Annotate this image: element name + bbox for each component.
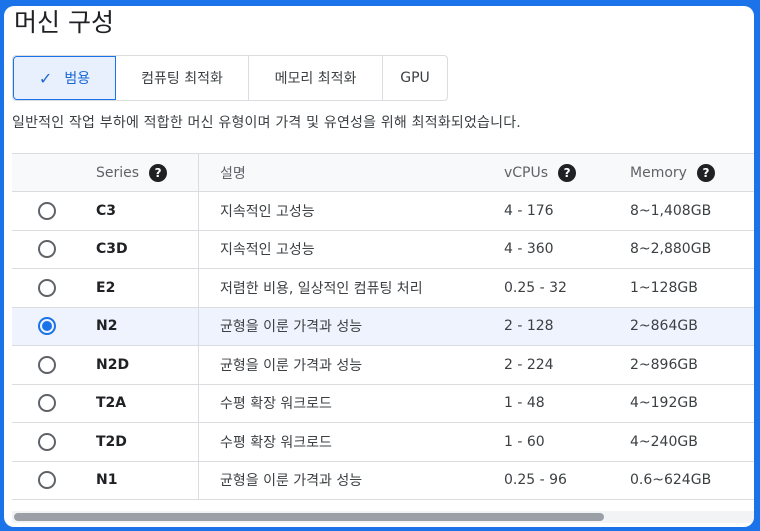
series-vcpus: 0.25 - 32 [504,279,567,296]
column-divider [198,154,199,191]
series-name: T2D [96,433,127,450]
series-memory: 8~1,408GB [630,202,712,219]
family-description: 일반적인 작업 부하에 적합한 머신 유형이며 가격 및 유연성을 위해 최적화… [12,115,521,131]
column-divider [198,230,199,268]
radio-dot [42,321,52,332]
series-name: C3 [96,202,117,219]
series-radio-button[interactable] [38,317,56,336]
machine-family-tabs: ✓ 범용 컴퓨팅 최적화 메모리 최적화 GPU [12,55,448,101]
series-vcpus: 1 - 60 [504,433,545,450]
series-name: N1 [96,472,118,489]
series-radio-button[interactable] [38,355,56,374]
series-description: 저렴한 비용, 일상적인 컴퓨팅 처리 [220,280,423,297]
tab-compute-optimized[interactable]: 컴퓨팅 최적화 [116,56,249,100]
series-description: 수평 확장 워크로드 [220,396,332,413]
series-memory: 4~192GB [630,395,698,412]
series-vcpus: 2 - 224 [504,356,554,373]
tab-memory-optimized[interactable]: 메모리 최적화 [249,56,383,100]
series-name: C3D [96,241,128,258]
radio-cell [38,385,56,423]
series-memory: 1~128GB [630,279,698,296]
help-icon[interactable]: ? [696,163,715,182]
header-series: Series ? [96,154,168,191]
column-divider [198,346,199,384]
series-description: 균형을 이룬 가격과 성능 [220,473,363,490]
series-vcpus: 4 - 360 [504,241,554,258]
series-table: Series ? 설명 vCPUs ? Memory ? C3 지속적인 고성능 4… [12,153,754,500]
header-memory: Memory ? [630,154,715,191]
page-title: 머신 구성 [14,8,114,37]
header-memory-label: Memory [630,164,687,181]
column-divider [198,384,199,422]
tab-label: 메모리 최적화 [274,71,357,87]
series-vcpus: 2 - 128 [504,318,554,335]
table-row[interactable]: N2D 균형을 이룬 가격과 성능 2 - 224 2~896GB [12,346,754,385]
series-radio-button[interactable] [38,394,56,413]
table-row[interactable]: C3 지속적인 고성능 4 - 176 8~1,408GB [12,192,754,231]
series-memory: 2~864GB [630,318,698,335]
radio-cell [38,269,56,307]
series-radio-button[interactable] [38,201,56,220]
help-icon[interactable]: ? [149,163,168,182]
table-row[interactable]: T2A 수평 확장 워크로드 1 - 48 4~192GB [12,384,754,423]
tab-general-purpose[interactable]: ✓ 범용 [13,56,116,100]
series-name: T2A [96,395,127,412]
column-divider [198,269,199,307]
radio-cell [38,231,56,269]
header-description: 설명 [220,165,246,182]
tab-label: 컴퓨팅 최적화 [141,71,223,87]
radio-cell [38,308,56,346]
series-memory: 8~2,880GB [630,241,712,258]
series-radio-button[interactable] [38,278,56,297]
series-vcpus: 0.25 - 96 [504,472,567,489]
series-name: N2 [96,318,118,335]
series-name: N2D [96,356,130,373]
check-icon: ✓ [38,68,53,88]
series-description: 균형을 이룬 가격과 성능 [220,357,363,374]
table-row[interactable]: T2D 수평 확장 워크로드 1 - 60 4~240GB [12,423,754,462]
help-icon[interactable]: ? [558,163,577,182]
series-vcpus: 1 - 48 [504,395,545,412]
table-header: Series ? 설명 vCPUs ? Memory ? [12,154,754,192]
tab-gpu[interactable]: GPU [383,56,447,100]
machine-config-panel: 머신 구성 ✓ 범용 컴퓨팅 최적화 메모리 최적화 GPU 일반적인 작업 부… [4,6,754,527]
header-series-label: Series [96,164,140,181]
series-radio-button[interactable] [38,240,56,259]
series-memory: 4~240GB [630,433,698,450]
radio-cell [38,192,56,230]
series-name: E2 [96,279,116,296]
header-vcpus: vCPUs ? [504,154,577,191]
table-row[interactable]: N1 균형을 이룬 가격과 성능 0.25 - 96 0.6~624GB [12,461,754,500]
series-description: 지속적인 고성능 [220,203,315,220]
series-description: 균형을 이룬 가격과 성능 [220,319,363,336]
scrollbar-thumb[interactable] [14,513,604,521]
series-description: 지속적인 고성능 [220,242,315,259]
series-radio-button[interactable] [38,471,56,490]
column-divider [198,192,199,230]
header-vcpus-label: vCPUs [504,164,549,181]
table-row[interactable]: E2 저렴한 비용, 일상적인 컴퓨팅 처리 0.25 - 32 1~128GB [12,269,754,308]
radio-cell [38,346,56,384]
table-row[interactable]: N2 균형을 이룬 가격과 성능 2 - 128 2~864GB [12,307,754,346]
horizontal-scrollbar[interactable] [12,511,754,523]
tab-label: GPU [400,70,430,86]
series-memory: 0.6~624GB [630,472,712,489]
series-memory: 2~896GB [630,356,698,373]
series-description: 수평 확장 워크로드 [220,434,332,451]
series-vcpus: 4 - 176 [504,202,554,219]
column-divider [198,461,199,499]
column-divider [198,307,199,345]
table-row[interactable]: C3D 지속적인 고성능 4 - 360 8~2,880GB [12,230,754,269]
column-divider [198,423,199,461]
radio-cell [38,423,56,461]
radio-cell [38,462,56,500]
series-radio-button[interactable] [38,432,56,451]
tab-label: 범용 [64,71,91,87]
